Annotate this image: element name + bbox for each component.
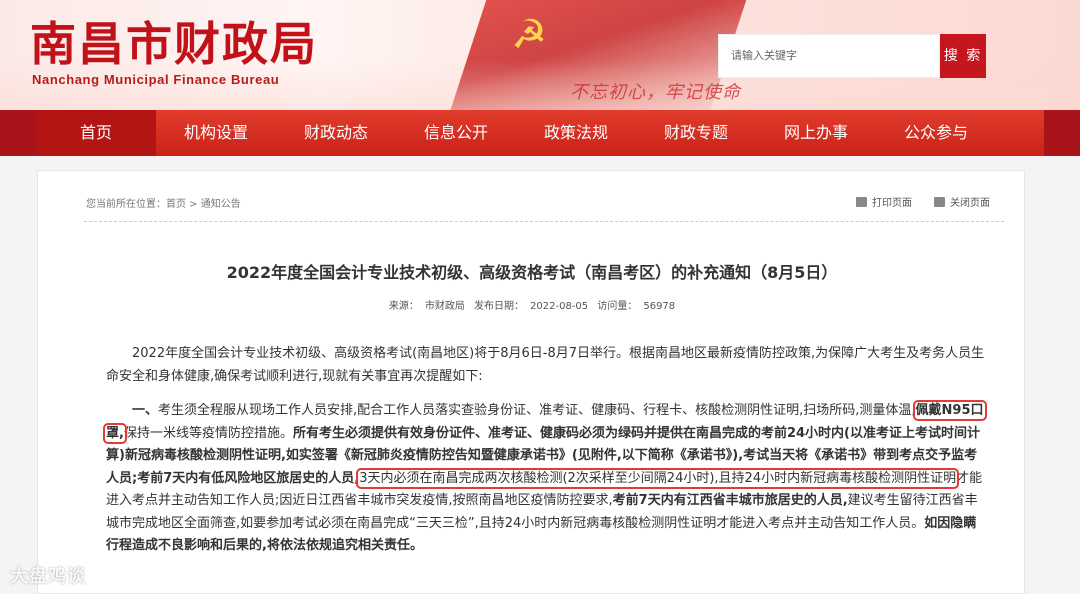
print-page-button[interactable]: 打印页面 <box>856 194 912 209</box>
item-number: 一、 <box>132 403 159 418</box>
highlight-nucleic-test: 3天内必须在南昌完成两次核酸检测(2次采样至少间隔24小时),且持24小时内新冠… <box>356 467 960 489</box>
date-label: 发布日期： <box>474 301 525 312</box>
nav-item[interactable]: 信息公开 <box>396 110 516 156</box>
article-title: 2022年度全国会计专业技术初级、高级资格考试（南昌考区）的补充通知（8月5日） <box>226 263 838 282</box>
print-label: 打印页面 <box>872 198 912 209</box>
nav-item[interactable]: 网上办事 <box>756 110 876 156</box>
page-tools: 打印页面 关闭页面 <box>856 194 990 209</box>
main-nav: 首页 机构设置 财政动态 信息公开 政策法规 财政专题 网上办事 公众参与 <box>0 110 1080 156</box>
nav-item[interactable]: 机构设置 <box>156 110 276 156</box>
site-logo-en: Nanchang Municipal Finance Bureau <box>32 72 280 87</box>
divider <box>84 221 1004 222</box>
watermark: 大盘鸡谈 <box>10 566 86 587</box>
close-icon <box>934 196 945 207</box>
close-label: 关闭页面 <box>950 198 990 209</box>
nav-item[interactable]: 政策法规 <box>516 110 636 156</box>
views-label: 访问量： <box>597 301 638 312</box>
nav-item[interactable]: 财政专题 <box>636 110 756 156</box>
nav-item[interactable]: 首页 <box>36 110 156 156</box>
breadcrumb[interactable]: 您当前所在位置：首页 > 通知公告 <box>86 195 241 210</box>
article-body: 2022年度全国会计专业技术初级、高级资格考试(南昌地区)将于8月6日-8月7日… <box>103 343 987 570</box>
paragraph-item-1: 一、考生须全程服从现场工作人员安排,配合工作人员落实查验身份证、准考证、健康码、… <box>103 400 987 558</box>
nav-edge-right <box>1044 110 1080 156</box>
views-value: 56978 <box>643 301 676 312</box>
text-segment: 考生须全程服从现场工作人员安排,配合工作人员落实查验身份证、准考证、健康码、行程… <box>158 403 916 418</box>
text-segment: 保持一米线等疫情防控措施。 <box>123 425 293 441</box>
article-panel: 您当前所在位置：首页 > 通知公告 打印页面 关闭页面 2022年度全国会计专业… <box>37 170 1025 594</box>
search-input[interactable]: 请输入关键字 <box>718 34 940 78</box>
source-label: 来源： <box>388 301 419 312</box>
article-meta: 来源： 市财政局 发布日期： 2022-08-05 访问量： 56978 <box>38 297 1026 312</box>
close-page-button[interactable]: 关闭页面 <box>934 194 990 209</box>
bold-segment: 考前7天内有江西省丰城市旅居史的人员, <box>612 493 848 508</box>
nav-edge-left <box>0 110 36 156</box>
search-button[interactable]: 搜 索 <box>940 34 986 78</box>
party-emblem-icon: ☭ <box>511 12 547 58</box>
slogan: 不忘初心，牢记使命 <box>570 82 741 103</box>
printer-icon <box>856 196 867 207</box>
nav-item[interactable]: 财政动态 <box>276 110 396 156</box>
date-value: 2022-08-05 <box>530 301 589 312</box>
site-header: 南昌市财政局 Nanchang Municipal Finance Bureau… <box>0 0 1080 110</box>
paragraph-intro: 2022年度全国会计专业技术初级、高级资格考试(南昌地区)将于8月6日-8月7日… <box>106 346 985 384</box>
source-value: 市财政局 <box>424 301 465 312</box>
site-logo-cn[interactable]: 南昌市财政局 <box>30 18 318 70</box>
nav-item[interactable]: 公众参与 <box>876 110 996 156</box>
